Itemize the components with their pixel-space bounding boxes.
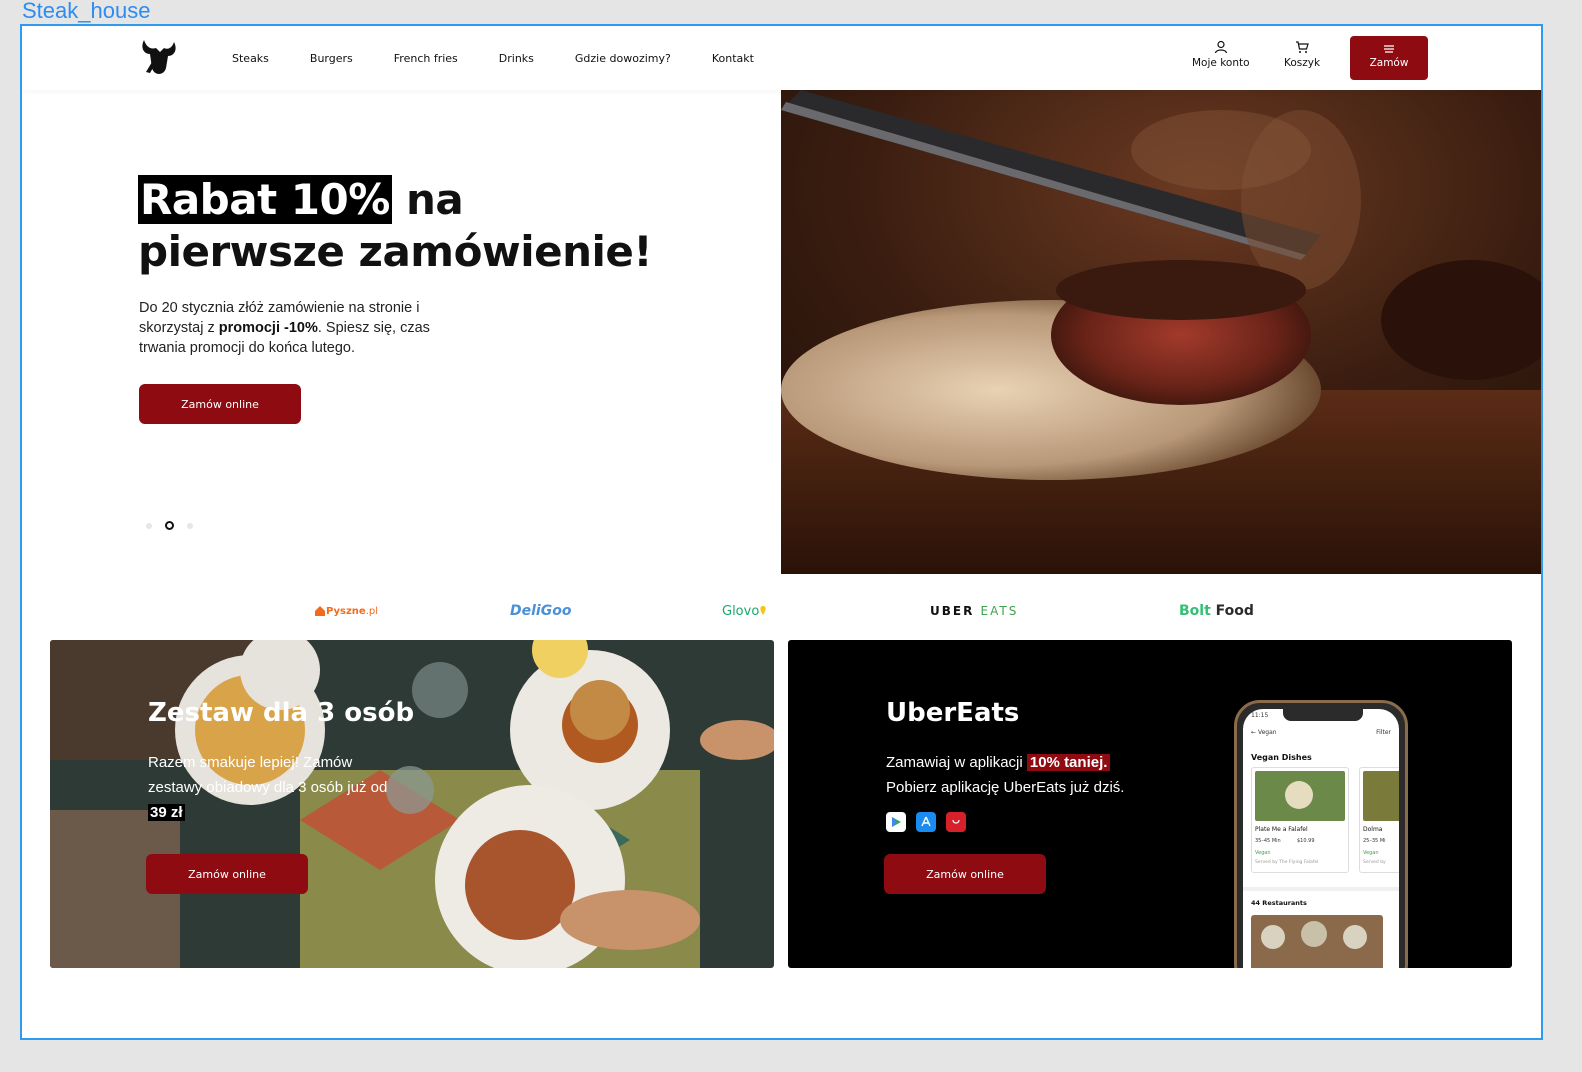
nav-steaks[interactable]: Steaks [232, 52, 269, 65]
slider-dot-1[interactable] [146, 522, 152, 529]
phone-screen: 11:15 ← Vegan Filter Vegan Dishes Plate … [1243, 709, 1399, 968]
huawei-appgallery-icon[interactable] [946, 812, 966, 832]
nav-drinks[interactable]: Drinks [499, 52, 534, 65]
hero-title-rest: na [391, 175, 464, 224]
partner-bolt-food[interactable]: Bolt Food [1179, 596, 1254, 626]
ubereats-highlight: 10% taniej. [1026, 754, 1111, 771]
delivery-partners: Pyszne .pl DeliGoo Glovo UBER EATS Bolt F… [22, 596, 1541, 626]
pyszne-suffix: .pl [365, 605, 379, 617]
hero-description: Do 20 stycznia złóż zamówienie na stroni… [139, 298, 469, 358]
dish-2-tag: Vegan [1363, 850, 1379, 856]
hero-steak-photo [781, 90, 1541, 574]
page-frame: Steaks Burgers French fries Drinks Gdzie… [20, 24, 1543, 1040]
order-label: Zamów [1369, 57, 1409, 69]
glovo-label: Glovo [722, 603, 760, 619]
uber-label: UBER [930, 604, 975, 618]
partner-uber-eats[interactable]: UBER EATS [930, 596, 1018, 626]
set-title: Zestaw dla 3 osób [148, 698, 415, 728]
hero-order-button[interactable]: Zamów online [139, 384, 301, 424]
set-order-button[interactable]: Zamów online [146, 854, 308, 894]
dish-1-price: $10.99 [1297, 838, 1315, 844]
phone-time: 11:15 [1251, 712, 1269, 719]
main-nav: Steaks Burgers French fries Drinks Gdzie… [232, 52, 795, 65]
dish-2-name: Dolma [1363, 826, 1383, 833]
dish-2-served: Served by [1363, 860, 1386, 865]
account-button[interactable]: Moje konto [1192, 40, 1250, 69]
partner-deligoo[interactable]: DeliGoo [510, 596, 571, 626]
phone-back-label: Vegan [1257, 729, 1277, 736]
uber-eats-label: EATS [980, 604, 1019, 618]
glovo-pin-icon [760, 606, 766, 615]
pyszne-house-icon [315, 606, 325, 616]
dish-1-image [1255, 771, 1345, 821]
phone-restaurant-image [1251, 915, 1383, 968]
promo-card-set: Zestaw dla 3 osób Razem smakuje lepiej! … [50, 640, 774, 968]
google-play-icon[interactable] [886, 812, 906, 832]
dish-2-image [1363, 771, 1399, 821]
ubereats-description: Zamawiaj w aplikacji 10% taniej. Pobierz… [886, 750, 1186, 800]
partner-pyszne[interactable]: Pyszne .pl [314, 596, 378, 626]
slider-dot-2[interactable] [165, 521, 174, 530]
menu-order-icon [1384, 45, 1394, 53]
nav-delivery-area[interactable]: Gdzie dowozimy? [575, 52, 671, 65]
order-button[interactable]: Zamów [1350, 36, 1428, 80]
phone-filter: Filter [1376, 729, 1391, 736]
cart-label: Koszyk [1284, 57, 1321, 69]
dish-1-name: Plate Me a Falafel [1255, 826, 1308, 833]
dish-2-meta: 25–35 Mi [1363, 838, 1386, 844]
ubereats-text-2: Pobierz aplikację UberEats już dziś. [886, 779, 1125, 796]
slider-dot-3[interactable] [187, 522, 193, 529]
set-text: Razem smakuje lepiej! Zamów zestawy obia… [148, 754, 388, 796]
set-description: Razem smakuje lepiej! Zamów zestawy obia… [148, 750, 388, 825]
nav-french-fries[interactable]: French fries [394, 52, 458, 65]
account-label: Moje konto [1192, 57, 1250, 69]
restaurant-plate-3 [1343, 925, 1367, 949]
phone-section-title: Vegan Dishes [1251, 753, 1312, 762]
hero-title-highlight: Rabat 10% [138, 175, 392, 224]
cart-icon [1296, 41, 1309, 53]
slider-dots [146, 521, 193, 530]
cart-button[interactable]: Koszyk [1284, 40, 1320, 69]
dish-1-time: 35–45 Min [1255, 838, 1281, 844]
restaurant-plate-1 [1261, 925, 1285, 949]
app-store-icon[interactable] [916, 812, 936, 832]
phone-dish-card-1: Plate Me a Falafel 35–45 Min $10.99 Vega… [1251, 767, 1349, 873]
restaurant-plate-2 [1301, 921, 1327, 947]
dish-1-bowl [1285, 781, 1313, 809]
dish-1-served: Served by The Flying Falafel [1255, 860, 1319, 865]
phone-divider [1243, 887, 1399, 891]
set-price: 39 zł [148, 804, 185, 821]
bolt-label: Bolt [1179, 603, 1211, 619]
phone-restaurants-count: 44 Restaurants [1251, 899, 1307, 907]
bull-logo-icon[interactable] [138, 38, 180, 78]
phone-dish-card-2: Dolma 25–35 Mi Vegan Served by [1359, 767, 1399, 873]
user-icon [1214, 40, 1227, 54]
promo-card-ubereats: UberEats Zamawiaj w aplikacji 10% taniej… [788, 640, 1512, 968]
pyszne-label: Pyszne [326, 605, 366, 617]
partner-glovo[interactable]: Glovo [722, 596, 767, 626]
app-store-badges [886, 812, 966, 832]
ubereats-title: UberEats [886, 698, 1020, 728]
nav-burgers[interactable]: Burgers [310, 52, 353, 65]
bolt-food-label: Food [1215, 603, 1254, 619]
ubereats-text-1: Zamawiaj w aplikacji [886, 754, 1027, 771]
hero-title: Rabat 10% na pierwsze zamówienie! [138, 174, 653, 278]
frame-label: Steak_house [22, 0, 151, 23]
nav-contact[interactable]: Kontakt [712, 52, 754, 65]
phone-mockup: 11:15 ← Vegan Filter Vegan Dishes Plate … [1234, 700, 1408, 968]
phone-back: ← Vegan [1251, 729, 1277, 736]
header: Steaks Burgers French fries Drinks Gdzie… [22, 26, 1541, 90]
hero-text-bold: promocji -10% [218, 320, 318, 336]
hero-title-line-2: pierwsze zamówienie! [138, 227, 653, 276]
phone-notch [1283, 709, 1363, 721]
ubereats-order-button[interactable]: Zamów online [884, 854, 1046, 894]
dish-1-tag: Vegan [1255, 850, 1271, 856]
